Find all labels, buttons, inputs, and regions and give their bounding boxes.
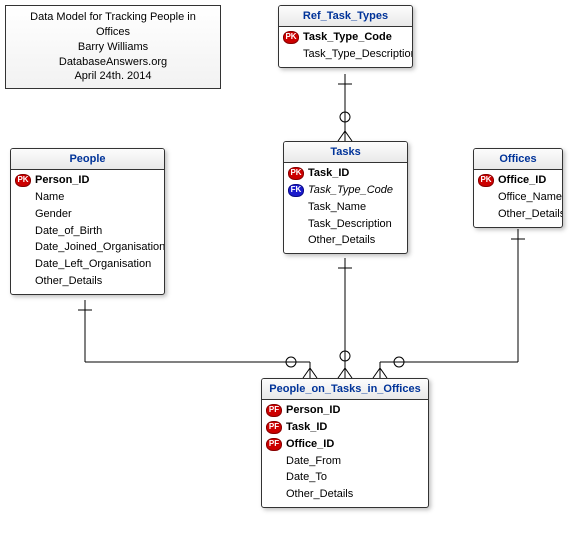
attribute-row: Task_Name [284,199,407,216]
info-date: April 24th. 2014 [12,69,214,84]
spacer-icon [478,208,494,221]
spacer-icon [15,208,31,221]
attribute-name: Task_ID [286,420,327,435]
attribute-row: PK Office_ID [474,172,562,189]
info-source: DatabaseAnswers.org [12,55,214,70]
attribute-row: Task_Type_Description [279,46,412,63]
spacer-icon [15,258,31,271]
pk-fk-icon: PF [266,404,282,417]
spacer-icon [283,48,299,61]
attribute-row: Other_Details [262,486,428,503]
entity-title: Offices [474,149,562,170]
primary-key-icon: PK [478,174,494,187]
attribute-row: Name [11,189,164,206]
attribute-row: PF Office_ID [262,436,428,453]
attribute-row: Gender [11,206,164,223]
attribute-name: Task_Type_Code [303,30,392,45]
attribute-name: Task_Description [308,217,392,232]
attribute-row: Other_Details [474,206,562,223]
attribute-row: PK Task_ID [284,165,407,182]
spacer-icon [15,241,31,254]
spacer-icon [266,454,282,467]
attribute-name: Task_ID [308,166,349,181]
entity-title: People [11,149,164,170]
spacer-icon [15,275,31,288]
entity-people[interactable]: People PK Person_ID Name Gender Date_of_Birt… [10,148,165,295]
spacer-icon [266,471,282,484]
attribute-name: Other_Details [498,207,563,222]
erd-canvas: Data Model for Tracking People in Office… [0,0,574,535]
attribute-row: PK Person_ID [11,172,164,189]
attribute-row: Task_Description [284,216,407,233]
spacer-icon [15,224,31,237]
attribute-name: Date_From [286,454,341,469]
attribute-name: Office_Name [498,190,562,205]
attribute-row: PK Task_Type_Code [279,29,412,46]
primary-key-icon: PK [283,31,299,44]
attribute-row: Date_of_Birth [11,223,164,240]
spacer-icon [288,234,304,247]
attribute-row: FK Task_Type_Code [284,182,407,199]
info-title: Data Model for Tracking People in Office… [12,10,214,40]
entity-body: PK Person_ID Name Gender Date_of_BirthDate_J… [11,170,164,294]
spacer-icon [288,201,304,214]
spacer-icon [15,191,31,204]
spacer-icon [478,191,494,204]
info-author: Barry Williams [12,40,214,55]
entity-body: PK Office_ID Office_Name Other_Details [474,170,562,227]
entity-ref-task-types[interactable]: Ref_Task_Types PK Task_Type_Code Task_Type… [278,5,413,68]
attribute-name: Task_Name [308,200,366,215]
pk-fk-icon: PF [266,438,282,451]
entity-people-on-tasks-in-offices[interactable]: People_on_Tasks_in_Offices PFPerson_IDPF… [261,378,429,508]
attribute-name: Task_Type_Code [308,183,393,198]
entity-body: PK Task_ID FK Task_Type_Code Task_Name Task_D… [284,163,407,253]
attribute-row: Date_From [262,453,428,470]
entity-title: People_on_Tasks_in_Offices [262,379,428,400]
entity-title: Ref_Task_Types [279,6,412,27]
attribute-row: Date_To [262,469,428,486]
attribute-row: Other_Details [11,273,164,290]
primary-key-icon: PK [288,167,304,180]
attribute-name: Person_ID [286,403,340,418]
entity-body: PK Task_Type_Code Task_Type_Description [279,27,412,67]
attribute-name: Other_Details [286,487,353,502]
attribute-row: Other_Details [284,232,407,249]
attribute-row: Office_Name [474,189,562,206]
spacer-icon [266,488,282,501]
attribute-name: Person_ID [35,173,89,188]
entity-tasks[interactable]: Tasks PK Task_ID FK Task_Type_Code Task_Name… [283,141,408,254]
attribute-name: Date_Joined_Organisation [35,240,165,255]
entity-offices[interactable]: Offices PK Office_ID Office_Name Other_Deta… [473,148,563,228]
attribute-name: Date_Left_Organisation [35,257,151,272]
foreign-key-icon: FK [288,184,304,197]
entity-title: Tasks [284,142,407,163]
attribute-name: Name [35,190,64,205]
primary-key-icon: PK [15,174,31,187]
attribute-name: Office_ID [498,173,546,188]
attribute-name: Task_Type_Description [303,47,413,62]
attribute-row: Date_Left_Organisation [11,256,164,273]
attribute-row: PF Person_ID [262,402,428,419]
spacer-icon [288,217,304,230]
attribute-row: PF Task_ID [262,419,428,436]
attribute-row: Date_Joined_Organisation [11,239,164,256]
attribute-name: Office_ID [286,437,334,452]
attribute-name: Other_Details [308,233,375,248]
pk-fk-icon: PF [266,421,282,434]
attribute-name: Gender [35,207,72,222]
entity-body: PF Person_ID PF Task_ID PF Office_ID Date_From… [262,400,428,507]
attribute-name: Date_of_Birth [35,224,102,239]
attribute-name: Other_Details [35,274,102,289]
diagram-info-box: Data Model for Tracking People in Office… [5,5,221,89]
attribute-name: Date_To [286,470,327,485]
